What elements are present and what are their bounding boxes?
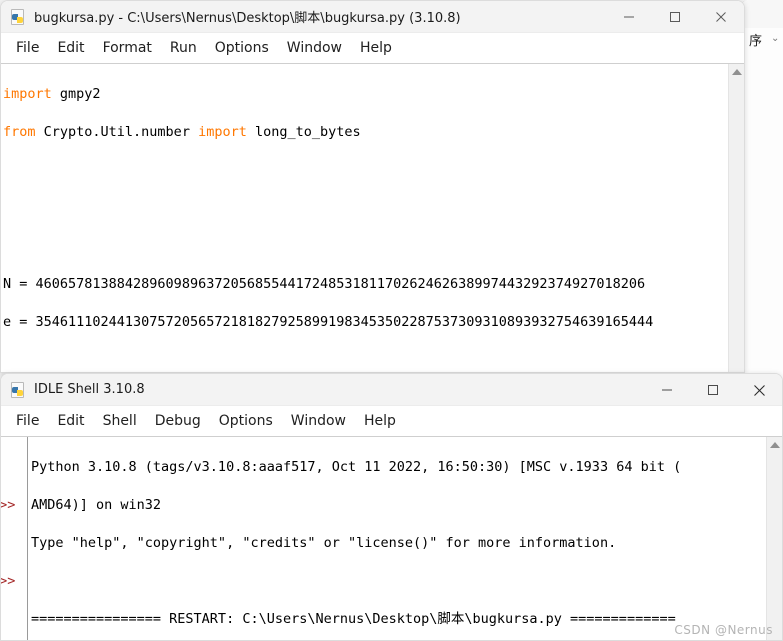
shell-prompt-gutter: >>> >>> — [1, 437, 28, 640]
chevron-down-icon[interactable]: ⌄ — [771, 33, 779, 44]
editor-window[interactable]: bugkursa.py - C:\Users\Nernus\Desktop\脚本… — [0, 0, 745, 373]
shell-titlebar[interactable]: IDLE Shell 3.10.8 — [1, 374, 782, 406]
menu-edit[interactable]: Edit — [48, 411, 93, 431]
editor-text-area[interactable]: import gmpy2 from Crypto.Util.number imp… — [1, 63, 744, 372]
keyword-from: from — [3, 124, 36, 140]
menu-window[interactable]: Window — [282, 411, 355, 431]
editor-window-controls — [606, 1, 744, 33]
menu-help[interactable]: Help — [355, 411, 405, 431]
code-line-from-import: from Crypto.Util.number import long_to_b… — [3, 123, 727, 142]
minimize-button[interactable] — [644, 374, 690, 406]
shell-window[interactable]: IDLE Shell 3.10.8 File Edit Shell Debug … — [0, 373, 783, 641]
shell-window-title: IDLE Shell 3.10.8 — [34, 382, 145, 397]
import-module: gmpy2 — [51, 86, 101, 102]
menu-edit[interactable]: Edit — [48, 38, 93, 58]
scroll-up-arrow-icon[interactable] — [732, 69, 742, 75]
maximize-button[interactable] — [652, 1, 698, 33]
shell-transcript[interactable]: Python 3.10.8 (tags/v3.10.8:aaaf517, Oct… — [31, 439, 764, 640]
imported-name: long_to_bytes — [246, 124, 361, 140]
code-line-import: import gmpy2 — [3, 85, 727, 104]
menu-options[interactable]: Options — [206, 38, 278, 58]
shell-prompt-2: >>> — [1, 573, 16, 589]
background-window[interactable]: 序 ⌄ — [740, 0, 783, 392]
editor-menubar[interactable]: File Edit Format Run Options Window Help — [1, 33, 744, 63]
close-button[interactable] — [736, 374, 782, 406]
shell-window-controls — [644, 374, 782, 406]
menu-shell[interactable]: Shell — [94, 411, 146, 431]
minimize-button[interactable] — [606, 1, 652, 33]
shell-menubar[interactable]: File Edit Shell Debug Options Window Hel… — [1, 406, 782, 436]
code-line-N: N = 460657813884289609896372056855441724… — [3, 275, 727, 294]
code-line-blank2 — [3, 199, 727, 218]
shell-prompt-1: >>> — [1, 497, 16, 513]
shell-restart-line-1: ================ RESTART: C:\Users\Nernu… — [31, 611, 676, 627]
var-N-value: 4606578138842896098963720568554417248531… — [35, 276, 646, 292]
menu-options[interactable]: Options — [210, 411, 282, 431]
var-N-label: N = — [3, 276, 36, 292]
code-line-blank4 — [3, 351, 727, 370]
keyword-import: import — [3, 86, 52, 102]
editor-titlebar[interactable]: bugkursa.py - C:\Users\Nernus\Desktop\脚本… — [1, 1, 744, 33]
editor-window-title: bugkursa.py - C:\Users\Nernus\Desktop\脚本… — [34, 11, 461, 26]
menu-file[interactable]: File — [7, 411, 48, 431]
shell-banner-line-3: Type "help", "copyright", "credits" or "… — [31, 535, 617, 551]
background-window-label: 序 — [749, 34, 763, 49]
shell-banner-line-2: AMD64)] on win32 — [31, 497, 162, 513]
editor-vertical-scrollbar[interactable] — [728, 64, 744, 372]
menu-help[interactable]: Help — [351, 38, 401, 58]
menu-window[interactable]: Window — [278, 38, 351, 58]
python-file-icon — [10, 8, 26, 25]
shell-vertical-scrollbar[interactable] — [766, 437, 782, 640]
desktop-screen: 序 ⌄ bugkursa.py - C:\Users\Nernus\Deskto… — [0, 0, 783, 641]
var-e-value: 3546111024413075720565721818279258991983… — [35, 314, 654, 330]
shell-output-area[interactable]: >>> >>> Python 3.10.8 (tags/v3.10.8:aaaf… — [1, 436, 782, 640]
editor-source-code[interactable]: import gmpy2 from Crypto.Util.number imp… — [3, 66, 727, 372]
var-e-label: e = — [3, 314, 36, 330]
background-window-titlebar — [741, 0, 783, 28]
code-line-blank1 — [3, 161, 727, 180]
close-button[interactable] — [698, 1, 744, 33]
menu-file[interactable]: File — [7, 38, 48, 58]
csdn-watermark: CSDN @Nernus — [674, 623, 773, 637]
shell-banner-line-1: Python 3.10.8 (tags/v3.10.8:aaaf517, Oct… — [31, 459, 682, 475]
keyword-import2: import — [198, 124, 247, 140]
python-file-icon — [10, 381, 26, 398]
code-line-blank3 — [3, 237, 727, 256]
code-line-e: e = 354611102441307572056572181827925899… — [3, 313, 727, 332]
menu-run[interactable]: Run — [161, 38, 206, 58]
menu-debug[interactable]: Debug — [146, 411, 210, 431]
menu-format[interactable]: Format — [94, 38, 161, 58]
maximize-button[interactable] — [690, 374, 736, 406]
scroll-up-arrow-icon[interactable] — [770, 442, 780, 448]
from-module: Crypto.Util.number — [35, 124, 199, 140]
shell-blank-line — [31, 572, 764, 591]
